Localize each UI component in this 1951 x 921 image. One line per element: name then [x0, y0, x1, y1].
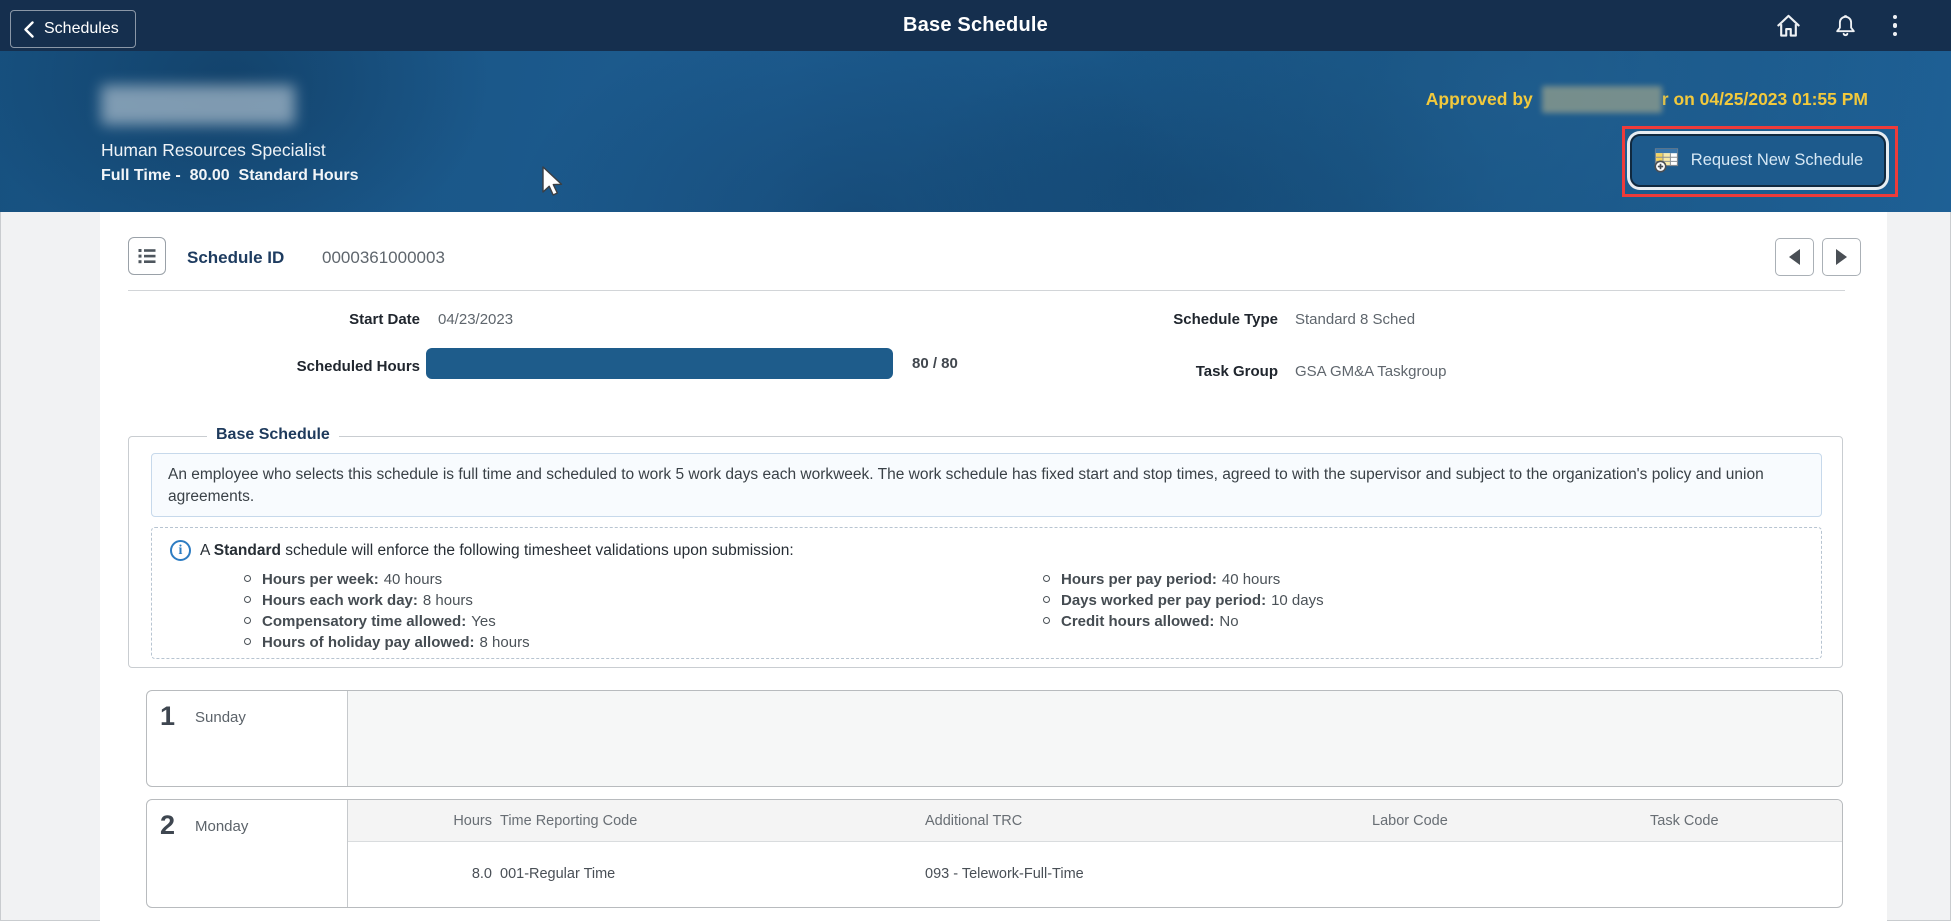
- scheduled-hours-progress-bar: [426, 348, 893, 379]
- approver-name-redacted: [1542, 86, 1662, 113]
- start-date-value: 04/23/2023: [438, 311, 513, 328]
- schedule-table-header: Hours Time Reporting Code Additional TRC…: [348, 800, 1842, 842]
- page-title: Base Schedule: [903, 0, 1048, 51]
- schedule-table-row: 8.0 001-Regular Time 093 - Telework-Full…: [348, 842, 1842, 907]
- chevron-left-icon: [24, 21, 34, 38]
- cell-hours: 8.0: [348, 842, 492, 882]
- day-label-cell: 2 Monday: [147, 800, 348, 907]
- employee-name-redacted: [101, 85, 295, 125]
- validation-item: Hours per week:40 hours: [244, 569, 530, 590]
- request-new-schedule-button[interactable]: Request New Schedule: [1630, 134, 1886, 187]
- approved-by-text: Approved by: [1426, 89, 1533, 110]
- back-button-label: Schedules: [44, 20, 119, 38]
- column-header-labor-code: Labor Code: [1372, 813, 1650, 829]
- base-schedule-groupbox: Base Schedule An employee who selects th…: [128, 436, 1843, 668]
- back-to-schedules-button[interactable]: Schedules: [10, 10, 136, 48]
- schedule-description: An employee who selects this schedule is…: [151, 453, 1822, 517]
- validation-item: Credit hours allowed:No: [1043, 611, 1324, 632]
- validations-intro: A Standard schedule will enforce the fol…: [200, 542, 794, 560]
- cell-labor-code: [1372, 842, 1650, 866]
- start-date-label: Start Date: [180, 311, 420, 328]
- base-schedule-legend: Base Schedule: [207, 426, 339, 444]
- top-navigation-bar: Schedules Base Schedule: [0, 0, 1951, 51]
- validation-item: Hours of holiday pay allowed:8 hours: [244, 632, 530, 653]
- notifications-bell-icon[interactable]: [1833, 12, 1858, 39]
- request-new-schedule-label: Request New Schedule: [1691, 151, 1863, 170]
- scheduled-hours-label: Scheduled Hours: [180, 358, 420, 375]
- header-divider: [128, 290, 1845, 291]
- schedule-list-button[interactable]: [128, 237, 166, 275]
- validation-item: Compensatory time allowed:Yes: [244, 611, 530, 632]
- cell-task-code: [1650, 842, 1842, 866]
- cell-additional-trc: 093 - Telework-Full-Time: [925, 842, 1372, 882]
- new-schedule-grid-icon: [1653, 148, 1680, 173]
- validations-list-left: Hours per week:40 hours Hours each work …: [244, 569, 530, 653]
- day-row-sunday: 1 Sunday: [146, 690, 1843, 787]
- validations-info-box: i A Standard schedule will enforce the f…: [151, 527, 1822, 659]
- base-schedule-page: Schedules Base Schedule Human Resources …: [0, 0, 1951, 921]
- column-header-task-code: Task Code: [1650, 813, 1842, 829]
- kebab-menu-icon[interactable]: [1889, 13, 1902, 39]
- day-number: 2: [160, 810, 175, 841]
- schedule-id-label: Schedule ID: [187, 248, 284, 268]
- arrow-right-icon: [1836, 249, 1847, 265]
- employment-type-hours: Full Time - 80.00 Standard Hours: [101, 167, 359, 185]
- column-header-time-reporting-code: Time Reporting Code: [492, 813, 925, 829]
- home-icon[interactable]: [1775, 13, 1802, 39]
- schedule-content-card: Schedule ID 0000361000003 Start Date 04/…: [100, 212, 1887, 921]
- approved-date-text: r on 04/25/2023 01:55 PM: [1662, 89, 1868, 110]
- validation-item: Hours each work day:8 hours: [244, 590, 530, 611]
- day-row-monday: 2 Monday Hours Time Reporting Code Addit…: [146, 799, 1843, 908]
- employee-banner: Human Resources Specialist Full Time - 8…: [0, 51, 1951, 212]
- day-name: Sunday: [195, 709, 246, 726]
- scheduled-hours-value: 80 / 80: [912, 355, 958, 372]
- task-group-label: Task Group: [1038, 363, 1278, 380]
- list-icon: [137, 246, 157, 266]
- approval-status-line: Approved by r on 04/25/2023 01:55 PM: [1426, 86, 1868, 113]
- validations-list-right: Hours per pay period:40 hours Days worke…: [1043, 569, 1324, 632]
- info-icon: i: [170, 540, 191, 561]
- validation-item: Days worked per pay period:10 days: [1043, 590, 1324, 611]
- arrow-left-icon: [1789, 249, 1800, 265]
- schedule-id-value: 0000361000003: [322, 248, 445, 268]
- column-header-hours: Hours: [348, 813, 492, 829]
- day-empty-area: [348, 691, 1842, 786]
- validation-item: Hours per pay period:40 hours: [1043, 569, 1324, 590]
- next-schedule-button[interactable]: [1822, 238, 1861, 276]
- day-name: Monday: [195, 818, 248, 835]
- job-title: Human Resources Specialist: [101, 140, 326, 161]
- cell-time-reporting-code: 001-Regular Time: [492, 842, 925, 882]
- day-number: 1: [160, 701, 175, 732]
- previous-schedule-button[interactable]: [1775, 238, 1814, 276]
- schedule-type-value: Standard 8 Sched: [1295, 311, 1415, 328]
- task-group-value: GSA GM&A Taskgroup: [1295, 363, 1446, 380]
- day-label-cell: 1 Sunday: [147, 691, 348, 786]
- column-header-additional-trc: Additional TRC: [925, 813, 1372, 829]
- schedule-type-label: Schedule Type: [1038, 311, 1278, 328]
